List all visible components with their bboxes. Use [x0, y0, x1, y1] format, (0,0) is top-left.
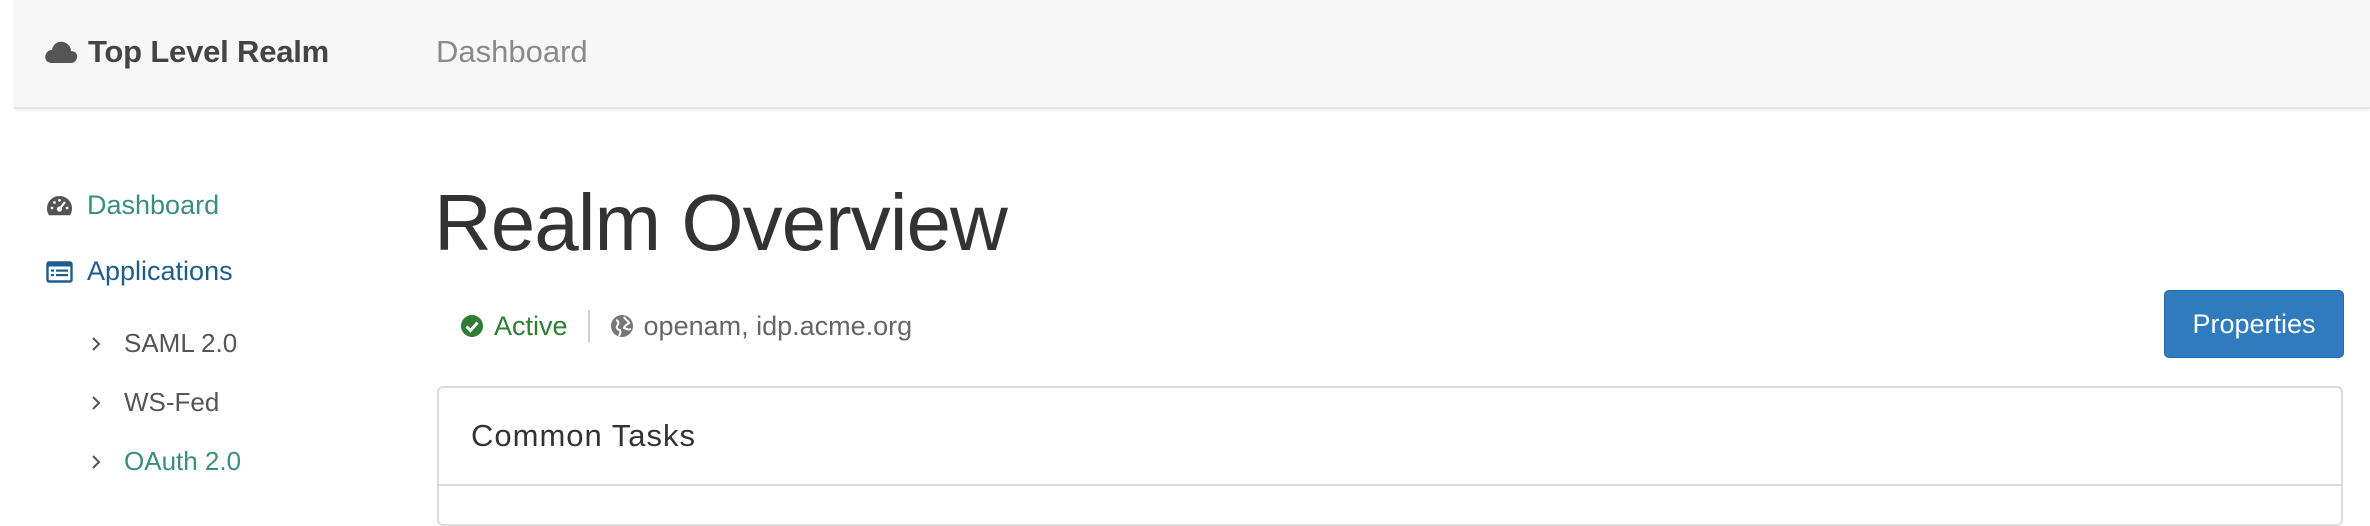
sidebar-subitem-oauth[interactable]: OAuth 2.0 — [90, 446, 241, 477]
common-tasks-panel: Common Tasks — [437, 386, 2343, 526]
sidebar: Dashboard Applications SAML 2.0 WS-Fed O… — [0, 0, 420, 500]
chevron-right-icon — [92, 336, 101, 351]
nav-dashboard-link[interactable]: Dashboard — [436, 28, 588, 76]
realm-hosts: openam, idp.acme.org — [610, 310, 913, 342]
sidebar-subitem-label: WS-Fed — [124, 387, 220, 417]
sidebar-subitem-label: SAML 2.0 — [124, 328, 238, 358]
sidebar-item-dashboard[interactable]: Dashboard — [46, 190, 219, 221]
realm-hosts-text: openam, idp.acme.org — [643, 310, 913, 341]
status-badge: Active — [460, 311, 568, 342]
applications-list-icon — [46, 260, 73, 283]
chevron-right-icon — [92, 395, 101, 410]
status-divider — [587, 310, 590, 342]
sidebar-subitem-wsfed[interactable]: WS-Fed — [90, 387, 219, 418]
globe-icon — [610, 315, 633, 337]
sidebar-item-label: Dashboard — [87, 190, 220, 220]
check-circle-icon — [461, 315, 483, 337]
page-title: Realm Overview — [434, 178, 1008, 267]
chevron-right-icon — [92, 454, 101, 469]
sidebar-subitem-label: OAuth 2.0 — [124, 446, 242, 476]
panel-heading: Common Tasks — [439, 388, 2341, 486]
sidebar-subitem-saml[interactable]: SAML 2.0 — [90, 328, 237, 359]
realm-status-row: Active openam, idp.acme.org — [460, 306, 912, 346]
properties-button[interactable]: Properties — [2164, 290, 2344, 358]
sidebar-item-applications[interactable]: Applications — [46, 256, 233, 287]
dashboard-icon — [47, 195, 72, 215]
status-text: Active — [494, 310, 568, 341]
sidebar-item-label: Applications — [87, 256, 233, 286]
